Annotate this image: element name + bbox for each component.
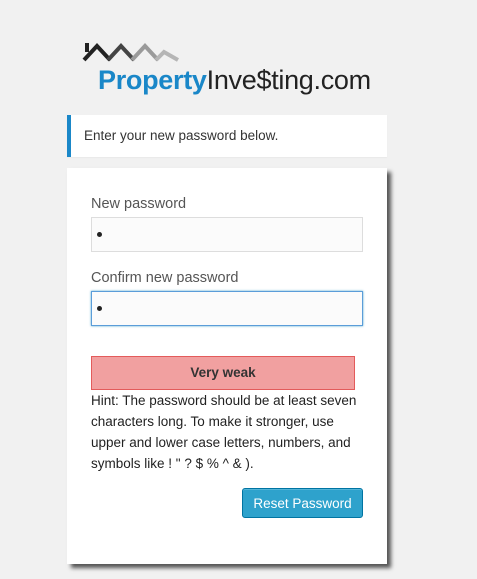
- logo-text: PropertyInve$ting.com: [98, 64, 371, 96]
- password-mask: [97, 232, 102, 237]
- logo-word-investing: Inve$ting.com: [206, 65, 372, 95]
- site-logo[interactable]: PropertyInve$ting.com: [82, 40, 382, 100]
- password-hint: Hint: The password should be at least se…: [91, 393, 357, 471]
- confirm-password-field[interactable]: [91, 291, 363, 326]
- password-mask: [97, 306, 102, 311]
- reset-password-button[interactable]: Reset Password: [242, 488, 363, 518]
- reset-password-form: New password Confirm new password Very w…: [67, 168, 387, 564]
- logo-word-property: Property: [98, 65, 207, 95]
- confirm-password-label: Confirm new password: [91, 270, 239, 286]
- new-password-field[interactable]: [91, 217, 363, 252]
- info-message: Enter your new password below.: [67, 115, 387, 157]
- new-password-label: New password: [91, 196, 187, 212]
- password-strength-indicator: Very weak: [91, 356, 355, 390]
